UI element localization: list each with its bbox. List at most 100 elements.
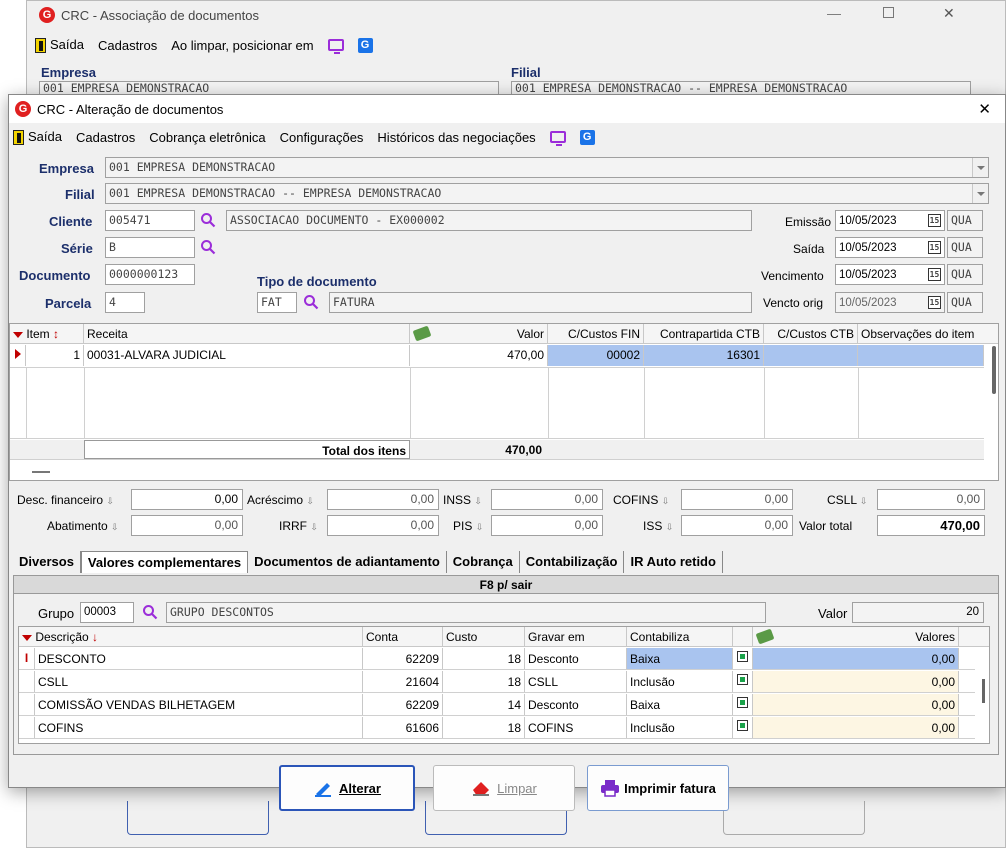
irrf-field[interactable]: 0,00 [327,515,439,536]
col-ccctb[interactable]: C/Custos CTB [764,324,858,343]
col-conta[interactable]: Conta [363,627,443,646]
table-row[interactable]: 1 00031-ALVARA JUDICIAL 470,00 00002 163… [10,345,984,366]
col-valores[interactable]: Valores [753,627,959,646]
search-icon[interactable] [303,294,319,310]
filial-field[interactable]: 001 EMPRESA DEMONSTRACAO -- EMPRESA DEMO… [105,183,989,204]
calendar-icon[interactable]: 15 [928,241,941,254]
abatimento-field[interactable]: 0,00 [131,515,243,536]
documento-field[interactable]: 0000000123 [105,264,195,285]
table-row[interactable]: COFINS 61606 18 COFINS Inclusão 0,00 [19,717,975,739]
search-icon[interactable] [142,604,158,620]
minimize-icon[interactable]: — [827,5,841,21]
col-contabiliza[interactable]: Contabiliza [627,627,733,646]
cell-descricao: CSLL [35,671,363,692]
bg-menu-cadastros[interactable]: Cadastros [98,38,157,53]
tipo-code-field[interactable]: FAT [257,292,297,313]
table-row[interactable]: CSLL 21604 18 CSLL Inclusão 0,00 [19,671,975,693]
limpar-button[interactable]: Limpar [433,765,575,811]
desc-field[interactable]: 0,00 [131,489,243,510]
menu-historicos[interactable]: Históricos das negociações [377,130,535,145]
imprimir-fatura-button[interactable]: Imprimir fatura [587,765,729,811]
calendar-icon[interactable]: 15 [928,296,941,309]
bg-button-3[interactable] [723,801,865,835]
monitor-icon[interactable] [327,39,344,55]
iss-field[interactable]: 0,00 [681,515,793,536]
tab-ir-auto-retido[interactable]: IR Auto retido [624,551,723,573]
search-icon[interactable] [200,239,216,255]
col-descricao[interactable]: Descrição ↓ [19,627,363,646]
close-icon[interactable]: ✕ [978,100,991,118]
pis-field[interactable]: 0,00 [491,515,603,536]
col-check[interactable] [733,627,753,646]
tipo-label: Tipo de documento [257,274,377,289]
tab-documentos-adiantamento[interactable]: Documentos de adiantamento [248,551,447,573]
chevron-down-icon[interactable] [972,158,988,177]
checkbox[interactable] [733,717,753,738]
checkbox[interactable] [733,671,753,692]
cell-descricao: COFINS [35,717,363,738]
menu-cobranca[interactable]: Cobrança eletrônica [149,130,265,145]
col-receita[interactable]: Receita [84,324,410,343]
serie-field[interactable]: B [105,237,195,258]
chevron-down-icon[interactable] [972,184,988,203]
bg-filial-field[interactable]: 001 EMPRESA DEMONSTRACAO -- EMPRESA DEMO… [511,81,971,95]
vencimento-field[interactable]: 10/05/2023 15 [835,264,945,285]
bg-filial-label: Filial [511,65,541,80]
cofins-field[interactable]: 0,00 [681,489,793,510]
table-row[interactable]: I DESCONTO 62209 18 Desconto Baixa 0,00 [19,648,975,670]
bg-empresa-field[interactable]: 001 EMPRESA DEMONSTRACAO [39,81,499,95]
alterar-button[interactable]: Alterar [279,765,415,811]
tab-contabilizacao[interactable]: Contabilização [520,551,625,573]
grupo-name-field[interactable]: GRUPO DESCONTOS [166,602,766,623]
tab-valores-complementares[interactable]: Valores complementares [80,551,249,573]
col-gravar[interactable]: Gravar em [525,627,627,646]
bg-menu-exit[interactable]: Saída [35,37,84,54]
arrow-down-icon: ⇩ [111,522,119,532]
grupo-code-field[interactable]: 00003 [80,602,134,623]
col-ccfin[interactable]: C/Custos FIN [548,324,644,343]
maximize-icon[interactable] [883,7,894,18]
checkbox[interactable] [733,694,753,715]
vencto-orig-field[interactable]: 10/05/2023 15 [835,292,945,313]
sort-menu-icon[interactable] [22,635,32,641]
saida-field[interactable]: 10/05/2023 15 [835,237,945,258]
calendar-icon[interactable]: 15 [928,268,941,281]
inss-field[interactable]: 0,00 [491,489,603,510]
row-indicator [19,671,35,692]
scrollbar[interactable] [982,679,985,703]
pencil-icon [315,783,332,797]
sort-menu-icon[interactable] [13,332,23,338]
bg-menu-posicionar[interactable]: Ao limpar, posicionar em [171,38,313,53]
empresa-field[interactable]: 001 EMPRESA DEMONSTRACAO [105,157,989,178]
menu-exit[interactable]: Saída [13,129,62,146]
csll-field[interactable]: 0,00 [877,489,985,510]
menu-cadastros[interactable]: Cadastros [76,130,135,145]
bg-button-1[interactable] [127,801,269,835]
splitter-handle[interactable] [32,471,50,473]
cell-contabiliza: Baixa [627,694,733,715]
emissao-field[interactable]: 10/05/2023 15 [835,210,945,231]
g-icon[interactable]: G [357,37,373,53]
cliente-code-field[interactable]: 005471 [105,210,195,231]
checkbox[interactable] [733,648,753,669]
bg-close-icon[interactable]: ✕ [943,5,955,22]
search-icon[interactable] [200,212,216,228]
monitor-icon[interactable] [549,131,566,147]
table-row[interactable]: COMISSÃO VENDAS BILHETAGEM 62209 14 Descont… [19,694,975,716]
col-obs[interactable]: Observações do item [858,324,998,343]
tab-cobranca[interactable]: Cobrança [447,551,520,573]
col-custo[interactable]: Custo [443,627,525,646]
cliente-name-field[interactable]: ASSOCIACAO DOCUMENTO - EX000002 [226,210,752,231]
empty-rows [10,367,984,439]
g-icon[interactable]: G [579,129,595,145]
menu-configuracoes[interactable]: Configurações [280,130,364,145]
col-contrapartida[interactable]: Contrapartida CTB [644,324,764,343]
acrescimo-field[interactable]: 0,00 [327,489,439,510]
tab-diversos[interactable]: Diversos [13,551,81,573]
calendar-icon[interactable]: 15 [928,214,941,227]
col-item[interactable]: Item ↕ [10,324,84,343]
parcela-field[interactable]: 4 [105,292,145,313]
col-valor[interactable]: Valor [410,324,548,343]
tipo-name-field[interactable]: FATURA [329,292,752,313]
scrollbar[interactable] [992,346,996,394]
